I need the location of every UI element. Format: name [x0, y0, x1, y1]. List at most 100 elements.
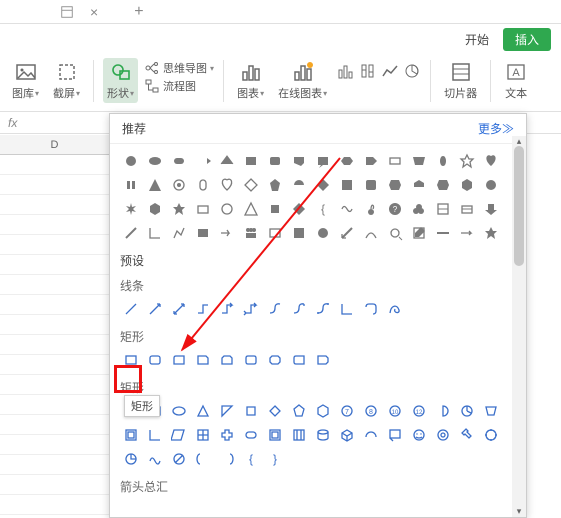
shape-icon[interactable]: [240, 222, 262, 244]
shape-icon[interactable]: [144, 222, 166, 244]
shape-icon[interactable]: [336, 198, 358, 220]
shape-icon[interactable]: [312, 298, 334, 320]
shape-icon[interactable]: [288, 400, 310, 422]
shape-icon[interactable]: [264, 198, 286, 220]
shape-icon[interactable]: 10: [384, 400, 406, 422]
shape-icon[interactable]: [480, 424, 502, 446]
shape-icon[interactable]: [144, 349, 166, 371]
shape-icon[interactable]: [288, 174, 310, 196]
shape-icon[interactable]: [288, 150, 310, 172]
shape-icon[interactable]: [168, 298, 190, 320]
ribbon-textbox[interactable]: A 文本: [500, 58, 532, 103]
ribbon-shapes[interactable]: 形状▾: [103, 58, 138, 103]
shape-icon[interactable]: [432, 400, 454, 422]
panel-more-link[interactable]: 更多≫: [478, 120, 514, 137]
shape-icon[interactable]: [360, 424, 382, 446]
shape-icon[interactable]: [240, 174, 262, 196]
tab-start[interactable]: 开始: [465, 31, 489, 48]
shape-icon[interactable]: [264, 174, 286, 196]
shape-icon[interactable]: [120, 174, 142, 196]
shape-icon[interactable]: [264, 400, 286, 422]
shape-icon[interactable]: [240, 349, 262, 371]
shape-icon[interactable]: [216, 400, 238, 422]
shape-icon[interactable]: [384, 174, 406, 196]
shape-icon[interactable]: [144, 198, 166, 220]
shape-icon[interactable]: [120, 448, 142, 470]
shape-icon[interactable]: [240, 298, 262, 320]
ribbon-screenshot[interactable]: 截屏▾: [49, 58, 84, 103]
shape-icon[interactable]: [408, 150, 430, 172]
shape-icon[interactable]: [168, 222, 190, 244]
shape-icon[interactable]: [216, 424, 238, 446]
shape-icon[interactable]: [168, 198, 190, 220]
shape-icon[interactable]: [456, 150, 478, 172]
shape-icon[interactable]: [336, 222, 358, 244]
shape-icon[interactable]: [192, 349, 214, 371]
shape-icon[interactable]: [288, 424, 310, 446]
shape-icon[interactable]: [168, 150, 190, 172]
shape-icon[interactable]: [384, 150, 406, 172]
shape-icon[interactable]: {: [240, 448, 262, 470]
shape-icon[interactable]: [264, 150, 286, 172]
shape-icon[interactable]: [240, 150, 262, 172]
shape-icon[interactable]: [168, 424, 190, 446]
shape-icon[interactable]: [120, 150, 142, 172]
line-chart-icon[interactable]: [381, 62, 399, 83]
shape-icon[interactable]: [192, 298, 214, 320]
shape-icon[interactable]: [480, 198, 502, 220]
shape-icon[interactable]: [168, 349, 190, 371]
shape-icon[interactable]: [240, 424, 262, 446]
shape-icon[interactable]: [312, 150, 334, 172]
shape-icon[interactable]: [408, 174, 430, 196]
shape-icon[interactable]: [312, 349, 334, 371]
shape-icon[interactable]: [288, 349, 310, 371]
shape-icon[interactable]: [360, 150, 382, 172]
ribbon-flowchart[interactable]: 流程图: [144, 78, 214, 94]
shape-icon[interactable]: ?: [384, 198, 406, 220]
shape-icon[interactable]: [480, 400, 502, 422]
shape-icon[interactable]: [456, 400, 478, 422]
spreadsheet-grid[interactable]: D: [0, 135, 110, 515]
scroll-down-icon[interactable]: ▾: [512, 506, 526, 517]
shape-icon[interactable]: [408, 222, 430, 244]
shape-icon[interactable]: [120, 198, 142, 220]
shape-icon[interactable]: [432, 424, 454, 446]
shape-icon[interactable]: [432, 150, 454, 172]
shape-icon[interactable]: [144, 448, 166, 470]
shape-icon[interactable]: [360, 174, 382, 196]
stacked-chart-icon[interactable]: [359, 62, 377, 83]
shape-icon[interactable]: [192, 448, 214, 470]
shape-icon[interactable]: 12: [408, 400, 430, 422]
bar-chart-icon[interactable]: [337, 62, 355, 83]
shape-icon[interactable]: [168, 448, 190, 470]
shape-icon[interactable]: 8: [360, 400, 382, 422]
shape-icon[interactable]: [240, 198, 262, 220]
shape-icon[interactable]: [384, 222, 406, 244]
shape-icon[interactable]: [216, 174, 238, 196]
new-tab-button[interactable]: +: [134, 3, 143, 21]
ribbon-onlinechart[interactable]: 在线图表▾: [274, 58, 331, 103]
shape-icon[interactable]: [360, 198, 382, 220]
shape-icon[interactable]: [144, 298, 166, 320]
shape-icon[interactable]: [168, 174, 190, 196]
shape-icon[interactable]: [480, 174, 502, 196]
shape-icon[interactable]: [192, 222, 214, 244]
tab-insert[interactable]: 插入: [503, 28, 551, 51]
shape-icon[interactable]: [336, 150, 358, 172]
shape-icon[interactable]: [120, 298, 142, 320]
shape-icon[interactable]: [312, 174, 334, 196]
shape-icon[interactable]: [192, 400, 214, 422]
shape-icon[interactable]: [264, 424, 286, 446]
shape-icon[interactable]: [144, 174, 166, 196]
shape-icon[interactable]: [408, 198, 430, 220]
ribbon-gallery[interactable]: 图库▾: [8, 58, 43, 103]
shape-icon[interactable]: [456, 174, 478, 196]
shape-icon[interactable]: [408, 424, 430, 446]
shape-icon[interactable]: 7: [336, 400, 358, 422]
shape-icon[interactable]: [264, 349, 286, 371]
shape-icon[interactable]: [168, 400, 190, 422]
shape-icon[interactable]: [240, 400, 262, 422]
shape-icon[interactable]: [456, 222, 478, 244]
shape-icon[interactable]: [216, 150, 238, 172]
shape-icon[interactable]: [312, 400, 334, 422]
